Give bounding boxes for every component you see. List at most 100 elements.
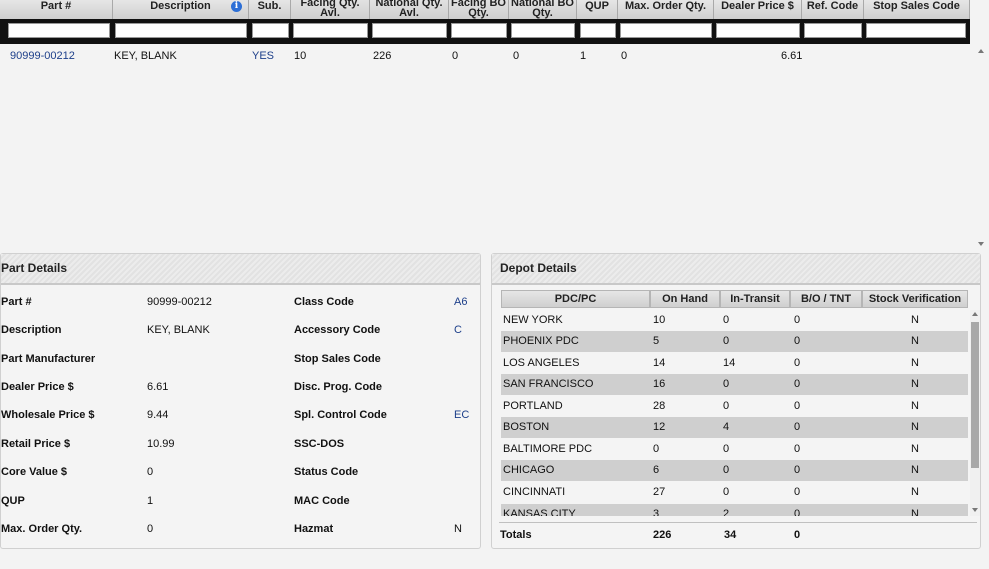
- col-header-facing-bo[interactable]: Facing BO Qty.: [449, 0, 509, 19]
- pd-label-max-order: Max. Order Qty.: [1, 523, 83, 535]
- depot-name: PORTLAND: [503, 400, 563, 412]
- pd-value-core-value: 0: [147, 466, 154, 478]
- filter-dealer-price[interactable]: [716, 23, 800, 38]
- col-header-description[interactable]: Description i: [113, 0, 249, 19]
- col-header-sub[interactable]: Sub.: [249, 0, 291, 19]
- pd-label-qup: QUP: [1, 495, 25, 507]
- pd-value-description: KEY, BLANK: [147, 324, 210, 336]
- col-header-qup[interactable]: QUP: [577, 0, 618, 19]
- depot-col-in-transit[interactable]: In-Transit: [720, 290, 790, 308]
- depot-name: LOS ANGELES: [503, 357, 580, 369]
- part-details-title: Part Details: [1, 254, 480, 285]
- table-row[interactable]: BOSTON 12 4 0 N: [501, 417, 968, 438]
- totals-in-transit: 34: [724, 529, 737, 541]
- pd-label-part-no: Part #: [1, 296, 32, 308]
- pd-label-dealer-price: Dealer Price $: [1, 381, 74, 393]
- depot-name: NEW YORK: [503, 314, 563, 326]
- scroll-up-icon[interactable]: [972, 312, 978, 316]
- row-dealer-price: 6.61: [781, 50, 803, 62]
- row-qup: 1: [580, 50, 587, 62]
- pd-label-accessory-code: Accessory Code: [294, 324, 381, 336]
- col-header-facing-qty[interactable]: Facing Qty. Avl.: [291, 0, 370, 19]
- row-sub-link[interactable]: YES: [252, 50, 274, 62]
- depot-on-hand: 27: [653, 486, 666, 498]
- totals-on-hand: 226: [653, 529, 672, 541]
- depot-col-bo-tnt[interactable]: B/O / TNT: [790, 290, 862, 308]
- depot-stock-verification: N: [911, 378, 919, 390]
- table-row[interactable]: LOS ANGELES 14 14 0 N: [501, 353, 968, 374]
- depot-bo-tnt: 0: [794, 378, 801, 390]
- filter-qup[interactable]: [580, 23, 616, 38]
- depot-on-hand: 12: [653, 421, 666, 433]
- depot-in-transit: 0: [723, 443, 730, 455]
- depot-in-transit: 0: [723, 486, 730, 498]
- filter-facing-qty[interactable]: [293, 23, 368, 38]
- totals-bo-tnt: 0: [794, 529, 801, 541]
- col-header-stop-sales[interactable]: Stop Sales Code: [864, 0, 970, 19]
- part-number-link[interactable]: 90999-00212: [10, 50, 75, 62]
- depot-stock-verification: N: [911, 421, 919, 433]
- results-scrollbar[interactable]: [975, 44, 989, 250]
- pd-value-hazmat: N: [454, 523, 462, 535]
- table-row[interactable]: KANSAS CITY 3 2 0 N: [501, 504, 968, 516]
- pd-value-accessory-code[interactable]: C: [454, 324, 462, 338]
- pd-value-class-code[interactable]: A6: [454, 296, 467, 310]
- depot-col-on-hand[interactable]: On Hand: [650, 290, 720, 308]
- depot-in-transit: 14: [723, 357, 736, 369]
- filter-part-no[interactable]: [8, 23, 110, 38]
- col-header-max-order[interactable]: Max. Order Qty.: [618, 0, 714, 19]
- depot-col-stock-verification[interactable]: Stock Verification: [862, 290, 968, 308]
- depot-in-transit: 4: [723, 421, 730, 433]
- pd-label-ssc-dos: SSC-DOS: [294, 438, 345, 450]
- totals-divider: [499, 522, 977, 523]
- depot-on-hand: 10: [653, 314, 666, 326]
- table-row[interactable]: CHICAGO 6 0 0 N: [501, 460, 968, 481]
- filter-stop-sales[interactable]: [866, 23, 966, 38]
- filter-max-order[interactable]: [620, 23, 712, 38]
- pd-value-spl-control-code[interactable]: EC: [454, 409, 469, 423]
- col-header-dealer-price[interactable]: Dealer Price $: [714, 0, 802, 19]
- pd-label-retail-price: Retail Price $: [1, 438, 71, 450]
- pd-label-spl-control-code: Spl. Control Code: [294, 409, 387, 421]
- depot-scrollbar[interactable]: [970, 310, 980, 516]
- scroll-thumb[interactable]: [971, 322, 979, 468]
- depot-table-body: NEW YORK 10 0 0 N PHOENIX PDC 5 0 0 N LO…: [501, 310, 968, 516]
- depot-bo-tnt: 0: [794, 464, 801, 476]
- filter-national-qty[interactable]: [372, 23, 447, 38]
- depot-col-pdc[interactable]: PDC/PC: [501, 290, 650, 308]
- pd-label-mac-code: MAC Code: [294, 495, 350, 507]
- depot-in-transit: 2: [723, 508, 730, 516]
- pd-value-dealer-price: 6.61: [147, 381, 169, 393]
- col-header-national-bo[interactable]: National BO Qty.: [509, 0, 577, 19]
- table-row[interactable]: BALTIMORE PDC 0 0 0 N: [501, 439, 968, 460]
- col-header-national-qty[interactable]: National Qty. Avl.: [370, 0, 449, 19]
- depot-bo-tnt: 0: [794, 421, 801, 433]
- pd-label-class-code: Class Code: [294, 296, 354, 308]
- table-row[interactable]: PORTLAND 28 0 0 N: [501, 396, 968, 417]
- depot-bo-tnt: 0: [794, 357, 801, 369]
- scroll-up-icon[interactable]: [978, 49, 984, 53]
- table-row[interactable]: SAN FRANCISCO 16 0 0 N: [501, 374, 968, 395]
- pd-value-max-order: 0: [147, 523, 154, 535]
- table-row[interactable]: CINCINNATI 27 0 0 N: [501, 482, 968, 503]
- col-header-ref-code[interactable]: Ref. Code: [802, 0, 864, 19]
- scroll-down-icon[interactable]: [978, 242, 984, 246]
- filter-national-bo[interactable]: [511, 23, 575, 38]
- depot-stock-verification: N: [911, 357, 919, 369]
- filter-sub[interactable]: [252, 23, 289, 38]
- pd-label-status-code: Status Code: [294, 466, 359, 478]
- filter-description[interactable]: [115, 23, 247, 38]
- filter-ref-code[interactable]: [804, 23, 862, 38]
- pd-value-qup: 1: [147, 495, 154, 507]
- table-row[interactable]: PHOENIX PDC 5 0 0 N: [501, 331, 968, 352]
- pd-value-part-no: 90999-00212: [147, 296, 212, 308]
- pd-value-retail-price: 10.99: [147, 438, 175, 450]
- pd-label-description: Description: [1, 324, 62, 336]
- col-header-part-no[interactable]: Part #: [0, 0, 113, 19]
- filter-facing-bo[interactable]: [451, 23, 507, 38]
- depot-bo-tnt: 0: [794, 486, 801, 498]
- table-row[interactable]: NEW YORK 10 0 0 N: [501, 310, 968, 331]
- depot-stock-verification: N: [911, 335, 919, 347]
- scroll-down-icon[interactable]: [972, 508, 978, 512]
- info-icon[interactable]: i: [231, 1, 242, 12]
